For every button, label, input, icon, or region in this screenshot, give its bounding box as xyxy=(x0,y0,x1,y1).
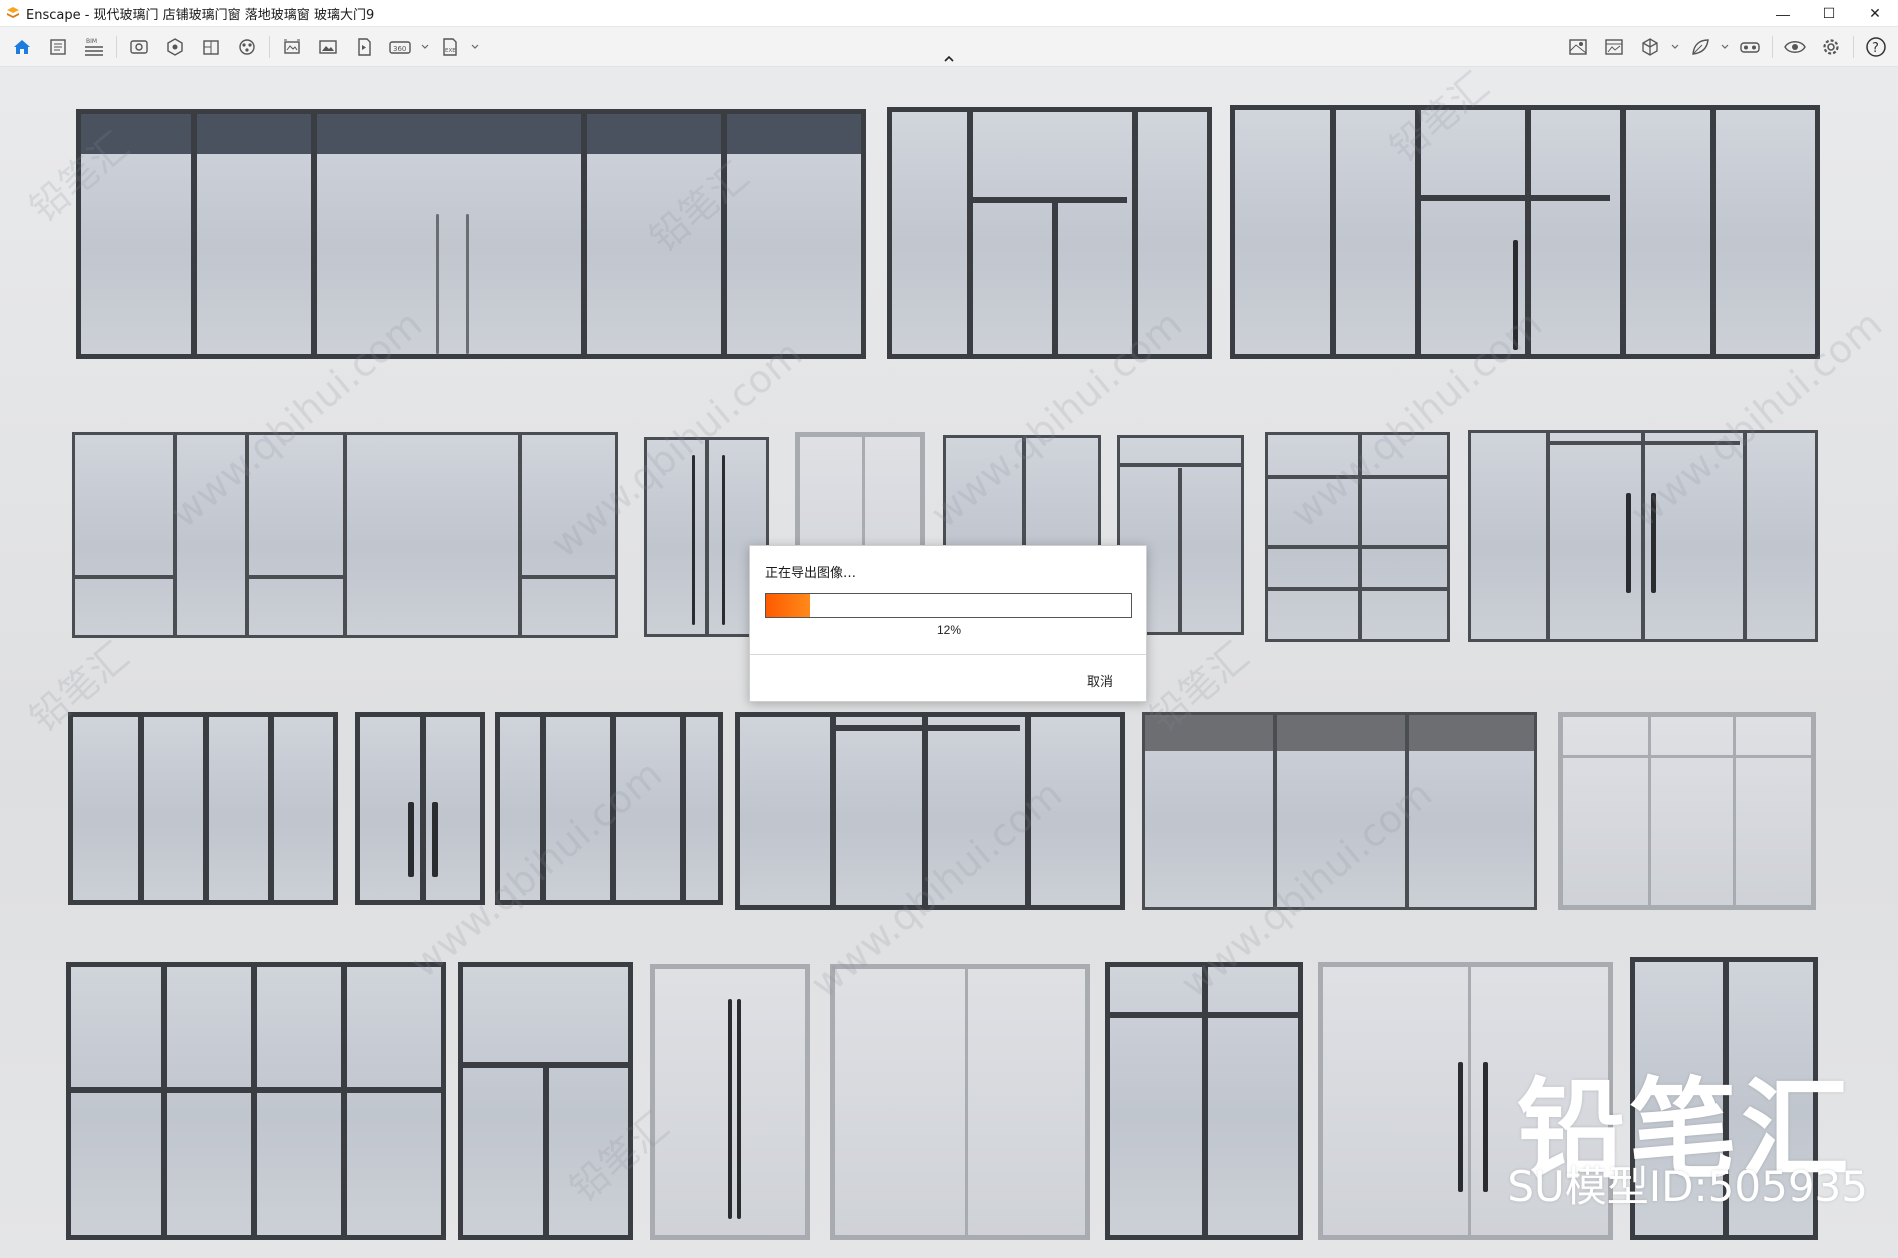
door-panel xyxy=(495,712,723,905)
window-title: Enscape - 现代玻璃门 店铺玻璃门窗 落地玻璃窗 玻璃大门9 xyxy=(26,7,375,23)
toolbar-separator xyxy=(269,36,270,58)
dialog-title: 正在导出图像… xyxy=(765,566,857,581)
settings-button[interactable] xyxy=(1813,31,1849,63)
title-bar: Enscape - 现代玻璃门 店铺玻璃门窗 落地玻璃窗 玻璃大门9 — ☐ ✕ xyxy=(0,0,1898,27)
eye-button[interactable] xyxy=(1777,31,1813,63)
export-exe-button[interactable]: EXE xyxy=(432,31,468,63)
leaf-dropdown[interactable] xyxy=(1718,31,1732,63)
door-panel xyxy=(1468,430,1818,642)
material-editor-icon xyxy=(203,40,219,55)
door-panel xyxy=(887,107,1212,359)
exe-label: EXE xyxy=(445,48,456,54)
batch-render-button[interactable] xyxy=(274,31,310,63)
door-header-band xyxy=(81,114,861,154)
eye-icon xyxy=(1784,41,1806,53)
leaf-icon xyxy=(1692,39,1709,55)
door-panel xyxy=(458,962,633,1240)
document-icon xyxy=(50,39,66,55)
door-panel xyxy=(76,109,866,359)
door-panel xyxy=(1265,432,1450,642)
material-editor-button[interactable] xyxy=(193,31,229,63)
progress-bar-fill xyxy=(766,594,810,617)
asset-library-icon xyxy=(167,38,183,56)
door-panel xyxy=(830,964,1090,1240)
door-panel xyxy=(68,712,338,905)
map-icon xyxy=(1569,39,1587,55)
cube-dropdown[interactable] xyxy=(1668,31,1682,63)
door-panel xyxy=(355,712,485,905)
model-id-label: SU模型ID:505935 xyxy=(1507,1162,1868,1211)
screenshot-button[interactable] xyxy=(310,31,346,63)
door-panel xyxy=(1105,962,1303,1240)
maximize-button[interactable]: ☐ xyxy=(1806,0,1852,27)
image-button[interactable] xyxy=(1596,31,1632,63)
help-label: ? xyxy=(1872,41,1879,56)
chevron-down-icon xyxy=(1721,44,1729,49)
door-panel xyxy=(72,432,618,638)
chevron-down-icon xyxy=(1671,44,1679,49)
cube-button[interactable] xyxy=(1632,31,1668,63)
document-button[interactable] xyxy=(40,31,76,63)
toolbar-left-group: BIM 360 EXE xyxy=(4,31,482,63)
bim-button[interactable]: BIM xyxy=(76,31,112,63)
progress-bar xyxy=(765,593,1132,618)
enscape-logo-icon xyxy=(7,7,19,18)
cancel-button[interactable]: 取消 xyxy=(1087,671,1113,690)
chevron-up-icon xyxy=(944,55,954,62)
render-360-icon: 360 xyxy=(389,41,411,54)
settings-icon xyxy=(1823,39,1839,55)
view-button[interactable] xyxy=(121,31,157,63)
batch-render-icon xyxy=(284,39,300,54)
enscape-window: Enscape - 现代玻璃门 店铺玻璃门窗 落地玻璃窗 玻璃大门9 — ☐ ✕… xyxy=(0,0,1898,1258)
panorama-dropdown[interactable] xyxy=(418,31,432,63)
toolbar-right-group: ? xyxy=(1560,31,1894,63)
door-panel xyxy=(1558,712,1816,910)
image-icon xyxy=(1605,39,1623,55)
door-panel xyxy=(1230,105,1820,359)
chevron-down-icon xyxy=(421,44,429,49)
home-button[interactable] xyxy=(4,31,40,63)
atmosphere-icon xyxy=(239,39,255,55)
map-button[interactable] xyxy=(1560,31,1596,63)
help-button[interactable]: ? xyxy=(1858,31,1894,63)
export-dropdown[interactable] xyxy=(468,31,482,63)
chevron-down-icon xyxy=(471,44,479,49)
toolbar-separator xyxy=(116,36,117,58)
help-icon: ? xyxy=(1866,37,1886,57)
window-controls: — ☐ ✕ xyxy=(1760,0,1898,27)
video-file-icon xyxy=(358,38,371,56)
view-icon xyxy=(130,40,148,54)
export-exe-icon: EXE xyxy=(443,38,457,56)
video-export-button[interactable] xyxy=(346,31,382,63)
screenshot-icon xyxy=(319,40,337,54)
vr-headset-icon xyxy=(1740,42,1760,53)
export-progress-dialog: 正在导出图像… 12% 取消 xyxy=(749,545,1147,702)
pano-label: 360 xyxy=(393,45,406,53)
bim-label: BIM xyxy=(86,38,97,45)
door-panel xyxy=(650,964,810,1240)
asset-library-button[interactable] xyxy=(157,31,193,63)
door-header-band xyxy=(1145,715,1534,751)
collapse-toolbar-button[interactable] xyxy=(939,52,959,66)
door-panel xyxy=(1142,712,1537,910)
close-button[interactable]: ✕ xyxy=(1852,0,1898,27)
toolbar-separator xyxy=(1853,36,1854,58)
progress-percent-label: 12% xyxy=(936,623,962,637)
door-panel xyxy=(735,712,1125,910)
toolbar-separator xyxy=(1772,36,1773,58)
leaf-button[interactable] xyxy=(1682,31,1718,63)
vr-headset-button[interactable] xyxy=(1732,31,1768,63)
dialog-divider xyxy=(750,654,1146,655)
door-panel xyxy=(66,962,446,1240)
cube-icon xyxy=(1642,38,1658,56)
home-icon xyxy=(14,40,30,54)
panorama-button[interactable]: 360 xyxy=(382,31,418,63)
bim-icon: BIM xyxy=(85,38,103,56)
minimize-button[interactable]: — xyxy=(1760,0,1806,27)
atmosphere-button[interactable] xyxy=(229,31,265,63)
